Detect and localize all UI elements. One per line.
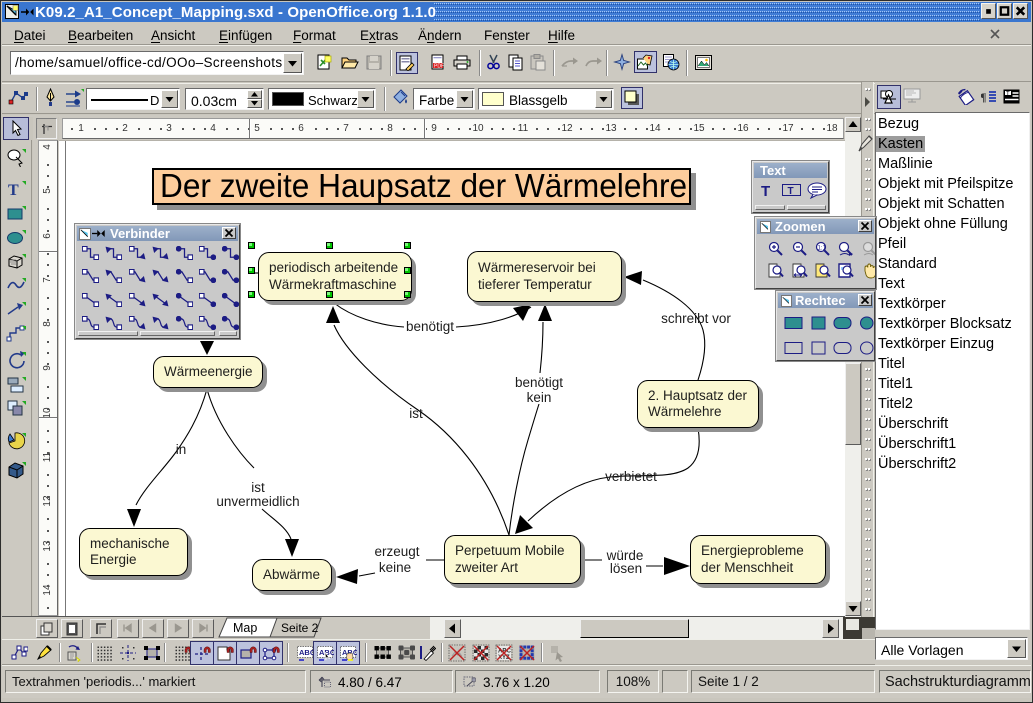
svg-text:T: T: [8, 182, 19, 199]
svg-text:¶: ¶: [981, 90, 986, 104]
svg-text:Seite 2: Seite 2: [281, 621, 319, 635]
svg-text:T: T: [1006, 92, 1010, 98]
svg-text:ABC: ABC: [299, 648, 314, 657]
svg-text:PDF: PDF: [434, 64, 444, 70]
svg-text:T: T: [761, 183, 770, 198]
svg-text:Map: Map: [233, 621, 257, 635]
svg-text:T: T: [788, 186, 794, 197]
svg-text:1:1: 1:1: [818, 246, 827, 252]
